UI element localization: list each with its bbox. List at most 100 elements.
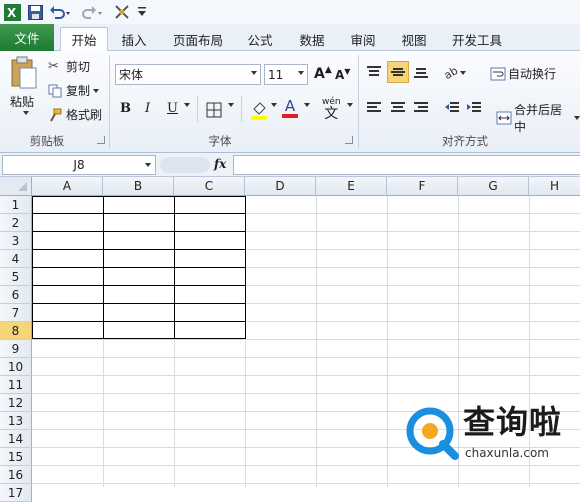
- font-size-select[interactable]: 11: [264, 64, 308, 85]
- tab-view[interactable]: 视图: [394, 27, 434, 51]
- cut-button[interactable]: ✂ 剪切: [48, 58, 90, 75]
- paste-icon[interactable]: [8, 55, 40, 93]
- wrap-text-label: 自动换行: [508, 67, 557, 81]
- formula-input[interactable]: [233, 155, 580, 175]
- column-header-a[interactable]: A: [32, 177, 103, 196]
- row-header[interactable]: 16: [0, 466, 32, 484]
- shrink-font-icon[interactable]: A ▼: [335, 67, 350, 83]
- row-header[interactable]: 15: [0, 448, 32, 466]
- tab-page-layout[interactable]: 页面布局: [166, 27, 230, 51]
- tab-file[interactable]: 文件: [0, 24, 54, 51]
- column-header-b[interactable]: B: [103, 177, 174, 196]
- name-box[interactable]: J8: [2, 155, 156, 175]
- clipboard-launcher-icon[interactable]: [97, 136, 105, 144]
- insert-function-icon[interactable]: fx: [214, 157, 226, 171]
- column-header-f[interactable]: F: [387, 177, 458, 196]
- column-header-h[interactable]: H: [529, 177, 580, 196]
- redo-icon[interactable]: [80, 3, 104, 21]
- table-border: [32, 338, 246, 339]
- excel-logo-icon: X: [3, 3, 21, 21]
- gridline: [387, 196, 388, 487]
- align-top-icon[interactable]: [366, 65, 382, 79]
- table-border: [32, 196, 33, 339]
- align-right-icon[interactable]: [413, 101, 429, 115]
- font-color-icon[interactable]: A: [282, 98, 298, 118]
- tab-review[interactable]: 审阅: [343, 27, 383, 51]
- column-header-c[interactable]: C: [174, 177, 245, 196]
- select-all-corner[interactable]: [0, 177, 32, 196]
- align-middle-icon[interactable]: [387, 61, 409, 83]
- customize-icon[interactable]: [112, 3, 132, 21]
- wrap-text-button[interactable]: 自动换行: [490, 65, 556, 82]
- format-painter-button[interactable]: 格式刷: [48, 106, 102, 123]
- paste-dropdown-icon[interactable]: [20, 111, 29, 115]
- tab-data[interactable]: 数据: [292, 27, 332, 51]
- tab-insert[interactable]: 插入: [112, 27, 156, 51]
- formula-bar-resize-handle[interactable]: [160, 157, 210, 173]
- row-header[interactable]: 9: [0, 340, 32, 358]
- table-border: [32, 321, 246, 322]
- underline-dropdown-icon[interactable]: [181, 103, 190, 107]
- column-header-g[interactable]: G: [458, 177, 529, 196]
- borders-dropdown-icon[interactable]: [225, 103, 234, 107]
- merge-center-icon: [496, 111, 512, 125]
- fill-color-icon[interactable]: [250, 100, 268, 120]
- decrease-indent-icon[interactable]: [444, 101, 460, 115]
- align-left-icon[interactable]: [366, 101, 382, 115]
- phonetic-icon[interactable]: wén 文: [322, 96, 341, 121]
- font-color-dropdown-icon[interactable]: [301, 103, 310, 107]
- tab-home[interactable]: 开始: [60, 27, 108, 52]
- font-name-select[interactable]: 宋体: [115, 64, 261, 85]
- gridline: [316, 196, 317, 487]
- phonetic-dropdown-icon[interactable]: [344, 103, 353, 107]
- align-bottom-icon[interactable]: [413, 65, 429, 79]
- column-header-e[interactable]: E: [316, 177, 387, 196]
- underline-button[interactable]: U: [167, 101, 178, 116]
- gridline: [32, 375, 580, 376]
- italic-button[interactable]: I: [145, 101, 150, 116]
- column-header-d[interactable]: D: [245, 177, 316, 196]
- save-icon[interactable]: [27, 3, 43, 21]
- ribbon-separator: [358, 55, 359, 149]
- table-border: [32, 267, 246, 268]
- borders-icon[interactable]: [206, 102, 222, 118]
- copy-label: 复制: [66, 84, 91, 98]
- font-divider: [241, 96, 242, 122]
- qat-dropdown-icon[interactable]: [136, 3, 148, 21]
- increase-indent-icon[interactable]: [466, 101, 482, 115]
- merge-dropdown-icon[interactable]: [574, 116, 580, 120]
- gridline: [32, 339, 580, 340]
- row-header[interactable]: 12: [0, 394, 32, 412]
- row-header[interactable]: 14: [0, 430, 32, 448]
- row-header[interactable]: 5: [0, 268, 32, 286]
- fill-color-dropdown-icon[interactable]: [268, 103, 277, 107]
- row-header[interactable]: 13: [0, 412, 32, 430]
- row-header[interactable]: 7: [0, 304, 32, 322]
- undo-icon[interactable]: [48, 3, 72, 21]
- merge-center-button[interactable]: 合并后居中: [496, 101, 580, 135]
- orientation-icon[interactable]: ab: [444, 65, 468, 79]
- row-header[interactable]: 11: [0, 376, 32, 394]
- font-launcher-icon[interactable]: [345, 136, 353, 144]
- align-center-icon[interactable]: [390, 101, 406, 115]
- tab-formulas[interactable]: 公式: [240, 27, 280, 51]
- paste-button[interactable]: 粘贴: [10, 93, 34, 110]
- row-header[interactable]: 3: [0, 232, 32, 250]
- svg-text:ab: ab: [444, 65, 460, 79]
- row-header[interactable]: 4: [0, 250, 32, 268]
- row-header-selected[interactable]: 8: [0, 322, 32, 340]
- gridline: [32, 393, 580, 394]
- formula-bar: J8 fx: [0, 153, 580, 177]
- row-header[interactable]: 1: [0, 196, 32, 214]
- bold-button[interactable]: B: [120, 101, 131, 116]
- tab-developer[interactable]: 开发工具: [446, 27, 508, 51]
- row-header[interactable]: 2: [0, 214, 32, 232]
- quick-access-toolbar: X: [0, 0, 580, 24]
- row-header[interactable]: 10: [0, 358, 32, 376]
- table-border: [245, 196, 246, 339]
- copy-dropdown-icon[interactable]: [93, 88, 100, 93]
- row-header[interactable]: 6: [0, 286, 32, 304]
- grow-font-icon[interactable]: A ▲: [314, 65, 332, 82]
- copy-button[interactable]: 复制: [48, 82, 100, 99]
- scissors-icon: ✂: [48, 59, 59, 74]
